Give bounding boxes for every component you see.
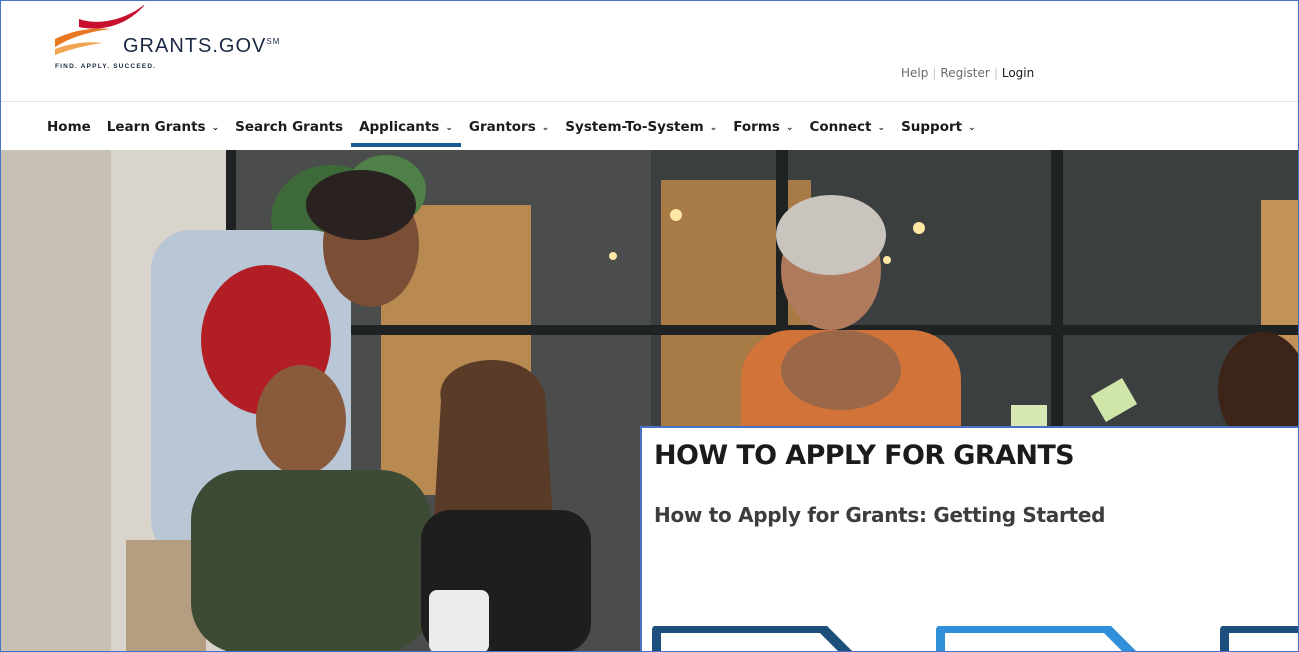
nav-item-connect[interactable]: Connect ⌄ bbox=[810, 119, 886, 135]
chevron-down-icon: ⌄ bbox=[968, 123, 976, 133]
chevron-down-icon: ⌄ bbox=[709, 123, 718, 133]
nav-item-system-to-system[interactable]: System-To-System ⌄ bbox=[565, 119, 717, 135]
nav-item-label: Forms bbox=[733, 119, 780, 135]
main-nav: Home Learn Grants ⌄ Search Grants Applica… bbox=[1, 102, 1298, 150]
nav-item-grantors[interactable]: Grantors ⌄ bbox=[469, 119, 549, 135]
nav-item-label: Applicants bbox=[359, 119, 440, 135]
service-mark: SM bbox=[266, 37, 281, 46]
card-title: HOW TO APPLY FOR GRANTS bbox=[654, 440, 1075, 471]
nav-item-applicants[interactable]: Applicants ⌄ bbox=[351, 119, 461, 147]
nav-item-label: System-To-System bbox=[565, 119, 704, 135]
how-to-apply-card: HOW TO APPLY FOR GRANTS How to Apply for… bbox=[640, 426, 1299, 652]
login-link[interactable]: Login bbox=[1002, 66, 1034, 80]
nav-item-label: Search Grants bbox=[235, 119, 344, 135]
chevron-down-icon: ⌄ bbox=[541, 123, 550, 133]
brand-name: GRANTS.GOV bbox=[123, 35, 267, 57]
utility-separator: | bbox=[993, 66, 998, 80]
logo-tagline: FIND. APPLY. SUCCEED. bbox=[55, 63, 157, 70]
step-tile-2[interactable] bbox=[936, 626, 1146, 652]
nav-item-forms[interactable]: Forms ⌄ bbox=[733, 119, 793, 135]
site-header: GRANTS.GOVSM FIND. APPLY. SUCCEED. Help … bbox=[1, 1, 1298, 102]
register-link[interactable]: Register bbox=[940, 66, 989, 80]
chevron-down-icon: ⌄ bbox=[211, 123, 220, 133]
nav-item-label: Grantors bbox=[468, 119, 536, 135]
chevron-down-icon: ⌄ bbox=[785, 123, 794, 133]
nav-item-label: Learn Grants bbox=[106, 119, 206, 135]
logo-wordmark: GRANTS.GOVSM bbox=[123, 35, 280, 58]
grants-gov-logo[interactable]: GRANTS.GOVSM FIND. APPLY. SUCCEED. bbox=[51, 5, 341, 75]
nav-item-search-grants[interactable]: Search Grants bbox=[235, 119, 343, 135]
nav-item-support[interactable]: Support ⌄ bbox=[901, 119, 976, 135]
nav-item-learn-grants[interactable]: Learn Grants ⌄ bbox=[107, 119, 219, 135]
utility-links: Help | Register | Login bbox=[901, 66, 1034, 80]
nav-item-label: Connect bbox=[809, 119, 872, 135]
nav-item-label: Home bbox=[47, 119, 91, 135]
step-tile-1[interactable] bbox=[652, 626, 862, 652]
nav-item-label: Support bbox=[901, 119, 963, 135]
nav-item-home[interactable]: Home bbox=[47, 119, 91, 135]
chevron-down-icon: ⌄ bbox=[877, 123, 886, 133]
step-tile-3[interactable] bbox=[1220, 626, 1299, 652]
utility-separator: | bbox=[932, 66, 937, 80]
page-frame: GRANTS.GOVSM FIND. APPLY. SUCCEED. Help … bbox=[0, 0, 1299, 652]
card-subtitle: How to Apply for Grants: Getting Started bbox=[654, 503, 1106, 527]
help-link[interactable]: Help bbox=[901, 66, 928, 80]
chevron-down-icon: ⌄ bbox=[445, 123, 453, 133]
